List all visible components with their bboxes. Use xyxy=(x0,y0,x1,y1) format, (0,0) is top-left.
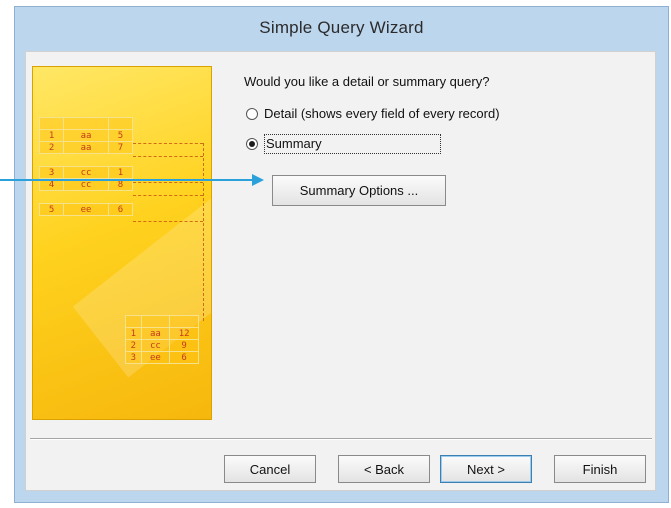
table-cell: aa xyxy=(63,129,109,142)
table-cell: cc xyxy=(63,166,109,179)
finish-button[interactable]: Finish xyxy=(554,455,646,483)
window-title: Simple Query Wizard xyxy=(259,18,424,37)
table-cell: ee xyxy=(63,203,109,216)
table-cell: aa xyxy=(140,327,171,340)
connector-line xyxy=(203,143,204,321)
summary-illustration: 1 aa 5 2 aa 7 3 cc 1 4 cc 8 5 ee 6 1 aa 12 2 cc 9 3 ee 6 xyxy=(32,66,212,420)
table-row: 2 aa 7 xyxy=(38,141,134,154)
table-cell: 3 xyxy=(125,351,142,364)
table-cell: 3 xyxy=(38,166,65,179)
table-header-cell xyxy=(125,315,142,328)
detail-option[interactable]: Detail (shows every field of every recor… xyxy=(246,106,500,121)
table-header-cell xyxy=(63,117,109,130)
table-header-cell xyxy=(169,315,199,328)
table-cell: 1 xyxy=(125,327,142,340)
detail-option-label: Detail (shows every field of every recor… xyxy=(264,106,500,121)
callout-arrow-icon xyxy=(252,174,264,186)
summary-option[interactable]: Summary xyxy=(246,134,441,154)
table-cell: 9 xyxy=(169,339,199,352)
detail-records-table: 1 aa 5 2 aa 7 3 cc 1 4 cc 8 5 ee 6 xyxy=(38,117,134,216)
summary-radio[interactable] xyxy=(246,138,258,150)
connector-line xyxy=(133,195,203,196)
detail-radio[interactable] xyxy=(246,107,258,120)
table-cell: ee xyxy=(140,351,171,364)
table-row: 3 cc 1 xyxy=(38,166,134,179)
connector-line xyxy=(133,182,203,183)
table-spacer-row xyxy=(40,154,133,167)
table-header-row xyxy=(38,117,134,130)
table-cell: 1 xyxy=(38,129,65,142)
back-button[interactable]: < Back xyxy=(338,455,430,483)
table-row: 5 ee 6 xyxy=(38,203,134,216)
table-row: 1 aa 12 xyxy=(125,327,199,340)
simple-query-wizard-dialog: Simple Query Wizard 1 aa 5 2 aa 7 3 cc 1 4 cc 8 5 ee 6… xyxy=(14,6,669,503)
table-cell: aa xyxy=(63,141,109,154)
next-button[interactable]: Next > xyxy=(440,455,532,483)
table-cell: 1 xyxy=(107,166,134,179)
connector-line xyxy=(133,156,203,157)
summary-records-table: 1 aa 12 2 cc 9 3 ee 6 xyxy=(125,315,199,364)
footer-separator xyxy=(30,438,652,440)
summary-option-label: Summary xyxy=(264,134,441,154)
table-cell: 2 xyxy=(125,339,142,352)
summary-options-button[interactable]: Summary Options ... xyxy=(272,175,446,206)
wizard-body: 1 aa 5 2 aa 7 3 cc 1 4 cc 8 5 ee 6 1 aa 12 2 cc 9 3 ee 6 Would… xyxy=(25,51,656,491)
table-header-cell xyxy=(140,315,171,328)
table-spacer-row xyxy=(40,191,133,204)
table-row: 2 cc 9 xyxy=(125,339,199,352)
table-row: 1 aa 5 xyxy=(38,129,134,142)
table-cell: 12 xyxy=(169,327,199,340)
connector-line xyxy=(133,143,203,144)
cancel-button[interactable]: Cancel xyxy=(224,455,316,483)
table-cell: 2 xyxy=(38,141,65,154)
query-type-question: Would you like a detail or summary query… xyxy=(244,74,490,89)
table-header-cell xyxy=(38,117,65,130)
table-header-row xyxy=(125,315,199,328)
table-row: 3 ee 6 xyxy=(125,351,199,364)
table-cell: 6 xyxy=(169,351,199,364)
table-cell: 5 xyxy=(107,129,134,142)
table-cell: 5 xyxy=(38,203,65,216)
connector-line xyxy=(133,221,203,222)
table-header-cell xyxy=(107,117,134,130)
table-cell: 7 xyxy=(107,141,134,154)
table-cell: cc xyxy=(140,339,171,352)
callout-arrow-line xyxy=(0,179,254,181)
table-cell: 6 xyxy=(107,203,134,216)
